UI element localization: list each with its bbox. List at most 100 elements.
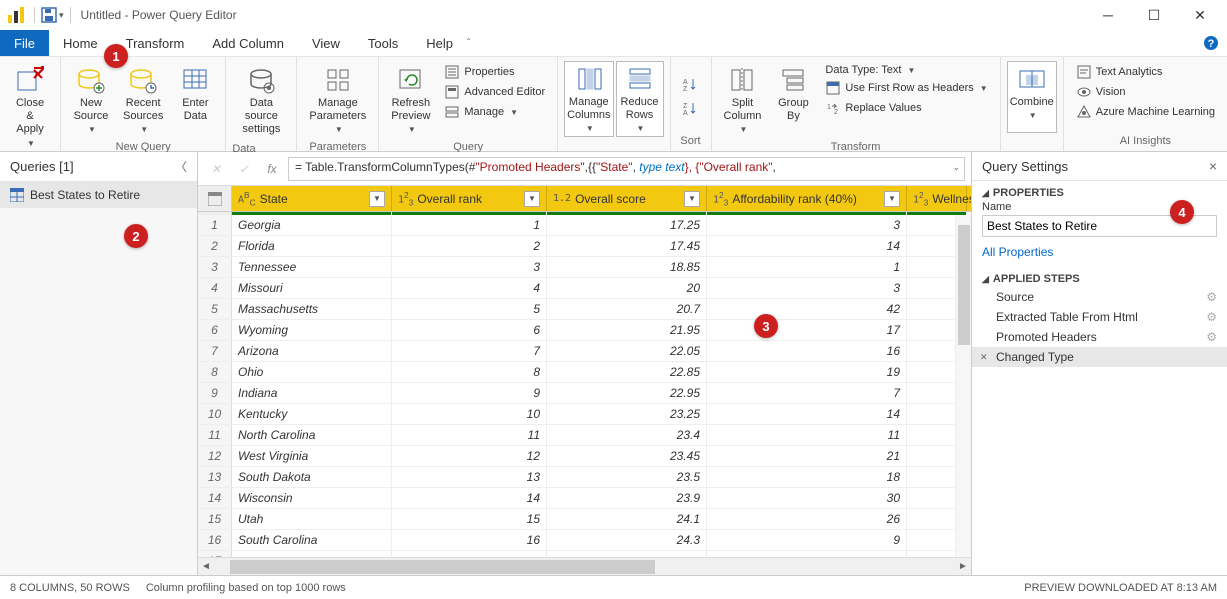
cell[interactable]: 1 bbox=[707, 257, 907, 277]
sort-desc-button[interactable]: ZA bbox=[681, 100, 701, 118]
table-row[interactable]: 4Missouri4203 bbox=[198, 278, 971, 299]
column-filter-dropdown[interactable]: ▼ bbox=[524, 191, 540, 207]
tools-menu[interactable]: Tools bbox=[354, 30, 412, 56]
cell[interactable]: 23.45 bbox=[547, 446, 707, 466]
combine-button[interactable]: Combine▼ bbox=[1007, 61, 1057, 133]
manage-parameters-button[interactable]: Manage Parameters▼ bbox=[303, 61, 372, 139]
table-row[interactable]: 9Indiana922.957 bbox=[198, 383, 971, 404]
reduce-rows-button[interactable]: Reduce Rows▼ bbox=[616, 61, 664, 137]
view-menu[interactable]: View bbox=[298, 30, 354, 56]
cell[interactable]: Tennessee bbox=[232, 257, 392, 277]
cell[interactable]: North Carolina bbox=[232, 425, 392, 445]
cell[interactable]: 14 bbox=[707, 404, 907, 424]
cell[interactable]: 7 bbox=[707, 383, 907, 403]
manage-button[interactable]: Manage▼ bbox=[442, 103, 547, 121]
table-row[interactable]: 12West Virginia1223.4521 bbox=[198, 446, 971, 467]
qat-dropdown[interactable]: ▾ bbox=[59, 10, 64, 21]
properties-section[interactable]: ◢PROPERTIES bbox=[972, 181, 1227, 201]
all-properties-link[interactable]: All Properties bbox=[972, 243, 1227, 267]
horizontal-scrollbar[interactable]: ◄► bbox=[198, 557, 971, 575]
table-row[interactable]: 16South Carolina1624.39 bbox=[198, 530, 971, 551]
cell[interactable]: 9 bbox=[707, 530, 907, 550]
cell[interactable]: Wisconsin bbox=[232, 488, 392, 508]
cell[interactable]: 23.9 bbox=[547, 488, 707, 508]
cell[interactable]: 16 bbox=[707, 341, 907, 361]
cell[interactable]: Georgia bbox=[232, 215, 392, 235]
cell[interactable]: 3 bbox=[392, 257, 547, 277]
cell[interactable]: 13 bbox=[392, 467, 547, 487]
cell[interactable]: 11 bbox=[392, 425, 547, 445]
column-header[interactable]: 123Wellnes bbox=[907, 186, 967, 211]
cell[interactable]: 30 bbox=[707, 488, 907, 508]
table-row[interactable]: 13South Dakota1323.518 bbox=[198, 467, 971, 488]
recent-sources-button[interactable]: Recent Sources▼ bbox=[117, 61, 169, 139]
step-gear-icon[interactable]: ⚙ bbox=[1206, 290, 1217, 304]
cell[interactable]: 24.3 bbox=[547, 530, 707, 550]
cell[interactable]: 20 bbox=[547, 278, 707, 298]
column-filter-dropdown[interactable]: ▼ bbox=[684, 191, 700, 207]
properties-button[interactable]: Properties bbox=[442, 63, 547, 81]
ribbon-collapse-chevron[interactable]: ˆ bbox=[467, 30, 470, 56]
table-row[interactable]: 6Wyoming621.9517 bbox=[198, 320, 971, 341]
fx-icon[interactable]: fx bbox=[260, 157, 284, 181]
home-menu[interactable]: Home bbox=[49, 30, 112, 56]
cell[interactable]: Indiana bbox=[232, 383, 392, 403]
cell[interactable]: South Dakota bbox=[232, 467, 392, 487]
cell[interactable]: South Carolina bbox=[232, 530, 392, 550]
step-gear-icon[interactable]: ⚙ bbox=[1206, 310, 1217, 324]
cell[interactable]: 1 bbox=[392, 215, 547, 235]
group-by-button[interactable]: Group By bbox=[769, 61, 817, 139]
cell[interactable]: 9 bbox=[392, 383, 547, 403]
advanced-editor-button[interactable]: Advanced Editor bbox=[442, 83, 547, 101]
table-row[interactable]: 8Ohio822.8519 bbox=[198, 362, 971, 383]
manage-columns-button[interactable]: Manage Columns▼ bbox=[564, 61, 613, 137]
cell[interactable]: 23.4 bbox=[547, 425, 707, 445]
add-column-menu[interactable]: Add Column bbox=[198, 30, 298, 56]
data-type-button[interactable]: Data Type: Text▼ bbox=[823, 63, 989, 77]
cell[interactable]: 19 bbox=[707, 362, 907, 382]
replace-values-button[interactable]: 12Replace Values bbox=[823, 99, 989, 117]
column-filter-dropdown[interactable]: ▼ bbox=[369, 191, 385, 207]
cancel-formula-icon[interactable]: ✕ bbox=[204, 157, 228, 181]
vision-button[interactable]: Vision bbox=[1074, 83, 1217, 101]
column-header[interactable]: 123Overall rank▼ bbox=[392, 186, 547, 211]
applied-step[interactable]: Source⚙ bbox=[972, 287, 1227, 307]
cell[interactable]: 7 bbox=[392, 341, 547, 361]
vertical-scrollbar[interactable] bbox=[955, 215, 971, 557]
cell[interactable]: 21.95 bbox=[547, 320, 707, 340]
cell[interactable]: 17 bbox=[707, 320, 907, 340]
cell[interactable]: Arizona bbox=[232, 341, 392, 361]
cell[interactable]: 16 bbox=[392, 530, 547, 550]
cell[interactable]: 17.25 bbox=[547, 215, 707, 235]
use-first-row-button[interactable]: Use First Row as Headers▼ bbox=[823, 79, 989, 97]
close-window-button[interactable]: ✕ bbox=[1177, 0, 1223, 30]
help-icon[interactable]: ? bbox=[1203, 30, 1219, 56]
sort-asc-button[interactable]: AZ bbox=[681, 76, 701, 94]
cell[interactable]: West Virginia bbox=[232, 446, 392, 466]
cell[interactable]: 11 bbox=[707, 425, 907, 445]
cell[interactable]: 8 bbox=[392, 362, 547, 382]
column-header[interactable]: 123Affordability rank (40%)▼ bbox=[707, 186, 907, 211]
cell[interactable]: 22.85 bbox=[547, 362, 707, 382]
cell[interactable]: 14 bbox=[392, 488, 547, 508]
cell[interactable]: 4 bbox=[392, 278, 547, 298]
file-menu[interactable]: File bbox=[0, 30, 49, 56]
split-column-button[interactable]: Split Column▼ bbox=[718, 61, 768, 139]
cell[interactable]: 21 bbox=[707, 446, 907, 466]
minimize-button[interactable]: ─ bbox=[1085, 0, 1131, 30]
cell[interactable]: 22.05 bbox=[547, 341, 707, 361]
cell[interactable]: 3 bbox=[707, 215, 907, 235]
table-row[interactable]: 1Georgia117.253 bbox=[198, 215, 971, 236]
column-filter-dropdown[interactable]: ▼ bbox=[884, 191, 900, 207]
cell[interactable]: 6 bbox=[392, 320, 547, 340]
cell[interactable]: 12 bbox=[392, 446, 547, 466]
refresh-preview-button[interactable]: Refresh Preview▼ bbox=[385, 61, 436, 139]
applied-steps-section[interactable]: ◢APPLIED STEPS bbox=[972, 267, 1227, 287]
cell[interactable]: Utah bbox=[232, 509, 392, 529]
text-analytics-button[interactable]: Text Analytics bbox=[1074, 63, 1217, 81]
cell[interactable]: Florida bbox=[232, 236, 392, 256]
applied-step[interactable]: Changed Type bbox=[972, 347, 1227, 367]
cell[interactable]: 2 bbox=[392, 236, 547, 256]
table-row[interactable]: 15Utah1524.126 bbox=[198, 509, 971, 530]
collapse-queries-icon[interactable]: 〈 bbox=[175, 158, 187, 175]
